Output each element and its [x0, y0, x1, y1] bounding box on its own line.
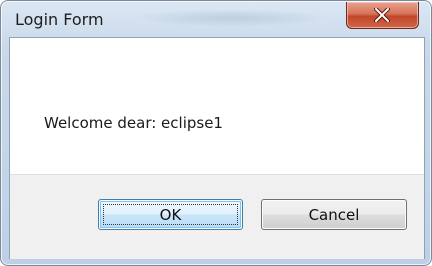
- dialog-body: Welcome dear: eclipse1 OK Cancel: [9, 37, 425, 259]
- close-x-icon: [374, 8, 390, 22]
- cancel-button[interactable]: Cancel: [261, 199, 407, 230]
- title-bar-glass: [131, 9, 331, 27]
- window-title: Login Form: [15, 10, 104, 29]
- close-button[interactable]: [346, 2, 419, 29]
- focus-rectangle: [103, 204, 238, 225]
- ok-button[interactable]: OK: [98, 199, 243, 230]
- welcome-message: Welcome dear: eclipse1: [44, 114, 223, 132]
- cancel-button-label: Cancel: [308, 205, 360, 224]
- title-bar[interactable]: Login Form: [1, 1, 431, 37]
- dialog-window: Login Form Welcome dear: eclipse1 OK Can…: [0, 0, 432, 266]
- button-bar: OK Cancel: [10, 174, 424, 259]
